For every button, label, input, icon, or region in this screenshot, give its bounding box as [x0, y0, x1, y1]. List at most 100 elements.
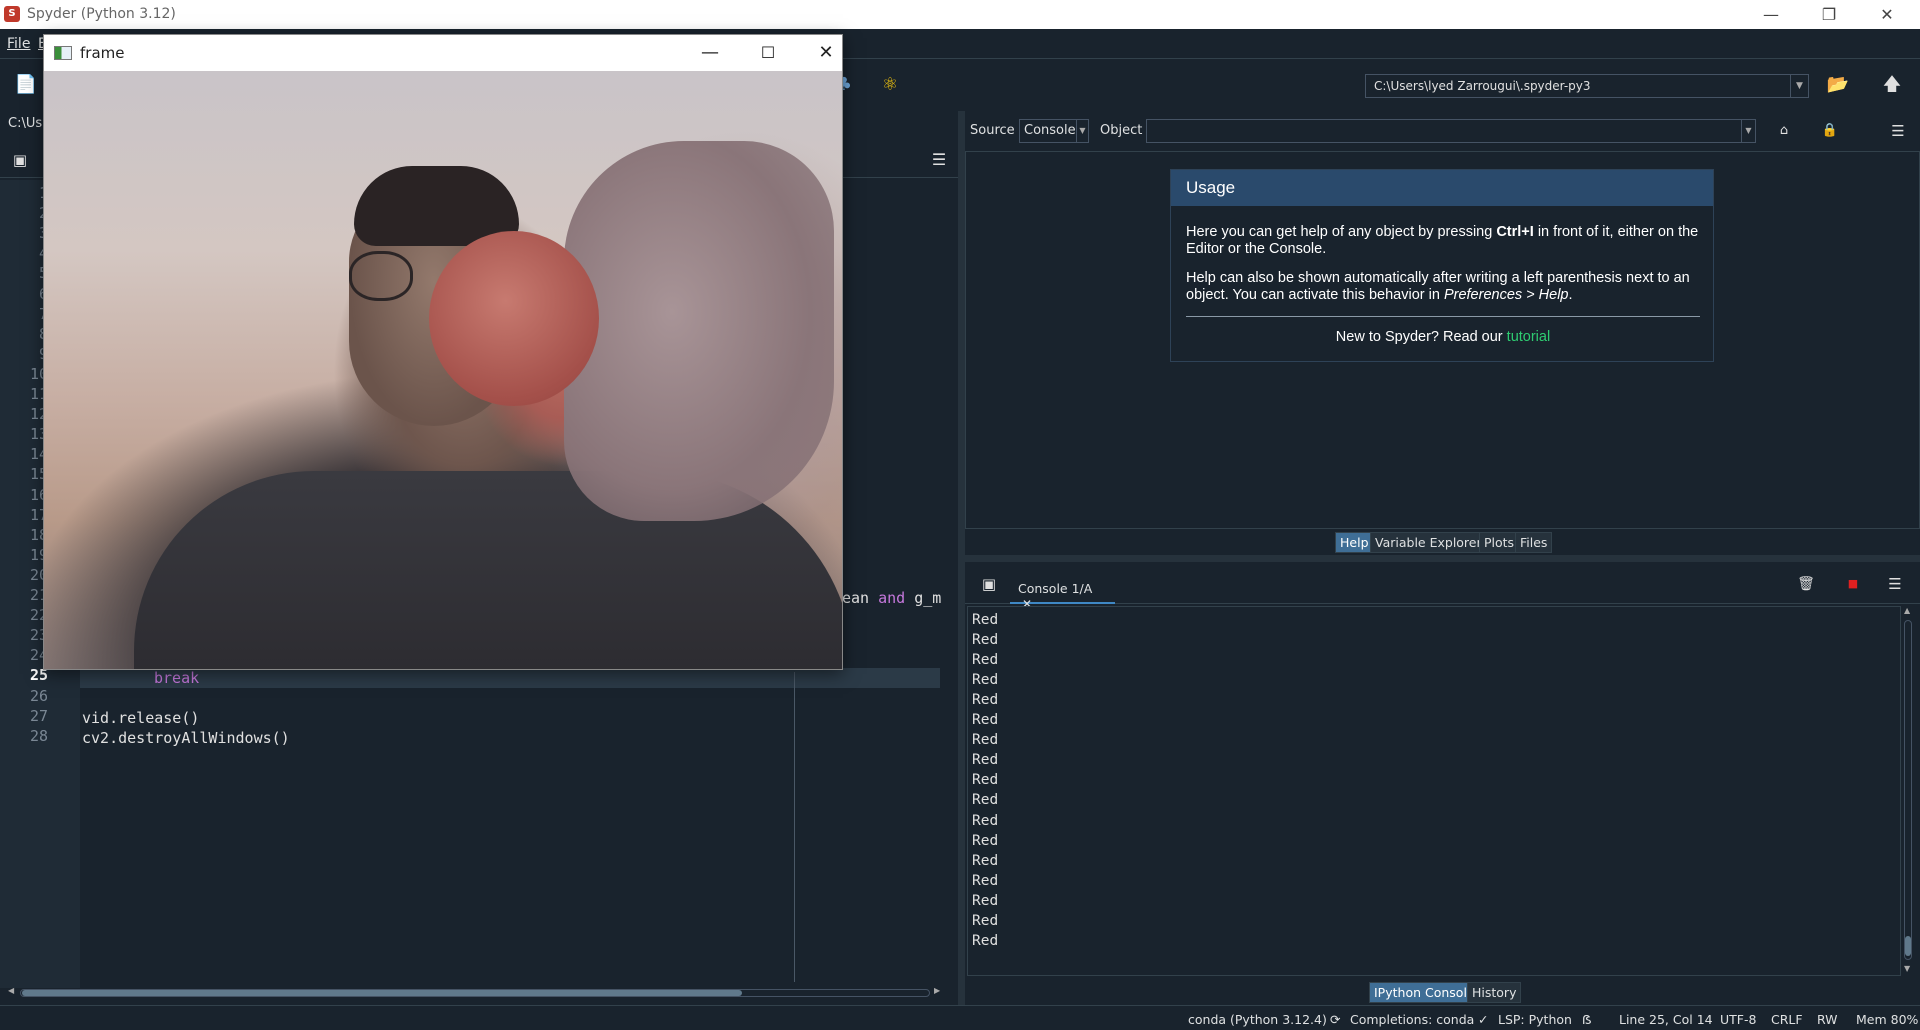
window-title: Spyder (Python 3.12): [27, 6, 176, 22]
frame-window[interactable]: frame — ☐ ✕: [43, 34, 843, 670]
scroll-thumb[interactable]: [1905, 936, 1911, 956]
close-icon[interactable]: ✕: [797, 35, 855, 71]
help-options-menu-icon[interactable]: ☰: [1884, 117, 1912, 145]
stop-icon[interactable]: ■: [1839, 570, 1867, 598]
console-output[interactable]: [967, 606, 1901, 976]
console-tab[interactable]: Console 1/A ✕: [1010, 575, 1115, 611]
new-file-icon[interactable]: 📄: [12, 71, 40, 99]
line-number: 10: [29, 364, 48, 383]
chevron-down-icon[interactable]: ▼: [1741, 120, 1755, 142]
trash-icon[interactable]: 🗑: [1792, 570, 1820, 598]
working-directory-combo[interactable]: C:\Users\lyed Zarrougui\.spyder-py3 ▼: [1365, 74, 1809, 98]
console-output-line: Red: [972, 852, 999, 869]
usage-divider: [1186, 316, 1700, 317]
close-icon[interactable]: ✕: [1858, 0, 1916, 29]
status-lsp[interactable]: LSP: Python: [1498, 1012, 1572, 1027]
check-icon: ✓: [1478, 1012, 1489, 1027]
tutorial-link[interactable]: tutorial: [1507, 329, 1551, 345]
usage-body: Here you can get help of any object by p…: [1186, 224, 1700, 358]
usage-paragraph-1: Here you can get help of any object by p…: [1186, 224, 1699, 257]
line-number: 15: [29, 465, 48, 484]
tab-files[interactable]: Files: [1515, 532, 1553, 553]
console-options-menu-icon[interactable]: ☰: [1881, 570, 1909, 598]
line-number: 28: [29, 726, 48, 745]
frame-titlebar[interactable]: frame — ☐ ✕: [44, 35, 842, 71]
tab-plots[interactable]: Plots: [1479, 532, 1520, 553]
console-output-line: Red: [972, 892, 999, 909]
console-output-line: Red: [972, 812, 999, 829]
line-number: 19: [29, 545, 48, 564]
main-splitter[interactable]: [958, 111, 965, 1005]
glasses-left: [349, 251, 413, 301]
line-number: 1: [0, 184, 48, 202]
current-line-highlight: [80, 668, 940, 688]
console-output-line: Red: [972, 612, 999, 628]
line-number: 7: [0, 305, 48, 323]
maximize-icon[interactable]: ☐: [739, 35, 797, 71]
home-icon[interactable]: ⌂: [1770, 117, 1798, 145]
tab-variable-explorer[interactable]: Variable Explorer: [1370, 532, 1487, 553]
object-input[interactable]: ▼: [1146, 119, 1756, 143]
source-combo[interactable]: Console ▼: [1019, 119, 1089, 143]
tab-history[interactable]: History: [1467, 982, 1522, 1003]
console-output-line: Red: [972, 672, 999, 689]
status-completions[interactable]: Completions: conda: [1350, 1012, 1474, 1027]
help-bottom-tabs: Help Variable Explorer Plots Files: [965, 532, 1920, 554]
frame-app-icon: [54, 46, 72, 60]
menu-file[interactable]: File: [7, 36, 30, 52]
status-eol: CRLF: [1771, 1012, 1803, 1027]
scroll-down-icon[interactable]: ▼: [1904, 964, 1910, 973]
usage-tutorial-line: New to Spyder? Read our tutorial: [1335, 329, 1551, 345]
webcam-frame-image: [44, 71, 842, 669]
chevron-down-icon[interactable]: ▼: [1790, 75, 1808, 97]
minimize-icon[interactable]: —: [681, 35, 739, 71]
git-branch-icon: ẞ: [1582, 1012, 1592, 1027]
line-number: 3: [0, 224, 48, 242]
source-label: Source: [970, 123, 1015, 138]
line-number: 24: [29, 646, 48, 665]
line-number: 22: [29, 606, 48, 625]
line-number: 13: [29, 425, 48, 444]
restore-icon[interactable]: ❐: [1800, 0, 1858, 29]
code-line-27: vid.release(): [82, 709, 200, 727]
object-label: Object: [1100, 123, 1143, 138]
status-env[interactable]: conda (Python 3.12.4): [1188, 1012, 1327, 1027]
console-output-line: Red: [972, 872, 999, 889]
line-number: 11: [29, 385, 48, 403]
scroll-track[interactable]: [1904, 620, 1912, 960]
tab-ipython-console[interactable]: IPython Console: [1369, 982, 1480, 1003]
minimize-icon[interactable]: —: [1742, 0, 1800, 29]
scroll-right-icon[interactable]: ▶: [934, 986, 940, 995]
code-line-21-fragment: ean and g_m: [842, 589, 942, 607]
status-position: Line 25, Col 14: [1619, 1012, 1713, 1027]
browse-tabs-icon[interactable]: ▣: [975, 570, 1003, 598]
usage-paragraph-2: Help can also be shown automatically aft…: [1186, 270, 1690, 303]
line-number: 9: [0, 345, 48, 363]
browse-tabs-icon[interactable]: ▣: [6, 146, 34, 174]
console-output-line: Red: [972, 752, 999, 769]
tab-help[interactable]: Help: [1335, 532, 1374, 553]
sync-icon: ⟳: [1330, 1012, 1341, 1027]
parent-dir-icon[interactable]: 🡅: [1878, 71, 1906, 99]
line-number: 5: [0, 264, 48, 282]
editor-horizontal-scrollbar[interactable]: ◀ ▶: [8, 986, 942, 998]
chevron-down-icon[interactable]: ▼: [1076, 120, 1088, 142]
line-number: 17: [29, 505, 48, 524]
scroll-left-icon[interactable]: ◀: [8, 986, 14, 995]
line-number: 6: [0, 285, 48, 303]
line-number: 16: [29, 485, 48, 504]
scroll-up-icon[interactable]: ▲: [1904, 606, 1910, 615]
browse-folder-icon[interactable]: 📂: [1824, 71, 1852, 99]
line-number: 14: [29, 445, 48, 464]
line-number: 23: [29, 626, 48, 645]
status-encoding: UTF-8: [1720, 1012, 1757, 1027]
console-vertical-scrollbar[interactable]: ▲ ▼: [1901, 606, 1915, 976]
scroll-thumb[interactable]: [22, 990, 742, 996]
editor-options-menu-icon[interactable]: ☰: [925, 146, 953, 174]
lock-icon[interactable]: 🔒: [1816, 117, 1844, 145]
frame-title: frame: [80, 44, 125, 62]
right-splitter[interactable]: [965, 555, 1920, 562]
python-logo-icon[interactable]: ⚛: [876, 71, 904, 99]
console-output-line: Red: [972, 712, 999, 729]
editor-edge-line: [794, 672, 795, 982]
